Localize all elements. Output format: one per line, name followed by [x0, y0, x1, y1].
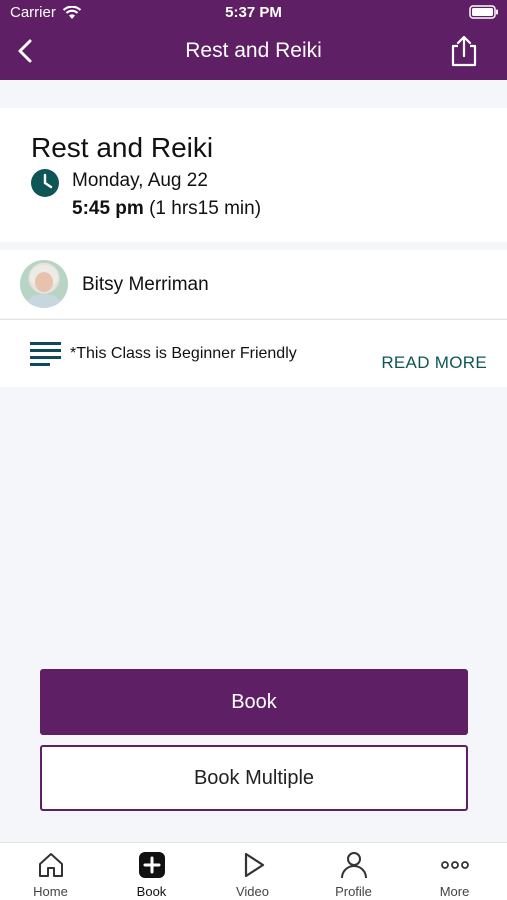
class-duration: (1 hrs15 min)	[149, 198, 262, 219]
tab-profile[interactable]: Profile	[303, 843, 404, 900]
tab-more-label: More	[439, 884, 470, 899]
play-icon	[244, 852, 265, 878]
description-text: *This Class is Beginner Friendly	[70, 345, 297, 362]
tab-book-label: Book	[136, 884, 167, 899]
instructor-name: Bitsy Merriman	[82, 274, 209, 295]
battery-icon	[469, 5, 498, 19]
navigation-bar: Rest and Reiki	[0, 24, 507, 80]
book-button[interactable]: Book	[40, 669, 468, 735]
tab-home[interactable]: Home	[0, 843, 101, 900]
status-bar: Carrier 5:37 PM	[0, 0, 507, 24]
tab-video[interactable]: Video	[202, 843, 303, 900]
read-more-link[interactable]: READ MORE	[381, 353, 487, 373]
class-title: Rest and Reiki	[31, 132, 214, 163]
plus-square-icon	[139, 852, 165, 878]
page-title: Rest and Reiki	[185, 39, 322, 62]
book-multiple-button[interactable]: Book Multiple	[40, 745, 468, 811]
tab-book[interactable]: Book	[101, 843, 202, 900]
tab-profile-label: Profile	[335, 884, 372, 899]
status-time: 5:37 PM	[225, 4, 282, 21]
bottom-tab-bar: Home Book Video Profile More	[0, 842, 507, 900]
avatar	[20, 260, 68, 308]
back-arrow-icon[interactable]	[12, 36, 40, 66]
tab-home-label: Home	[33, 884, 68, 899]
class-start-time: 5:45 pm	[72, 198, 144, 219]
description-row: *This Class is Beginner Friendly READ MO…	[0, 319, 507, 387]
class-time: 5:45 pm (1 hrs15 min)	[72, 198, 261, 220]
more-dots-icon	[441, 861, 469, 869]
home-icon	[39, 853, 63, 877]
share-icon[interactable]	[449, 34, 479, 68]
tab-more[interactable]: More	[404, 843, 505, 900]
instructor-row[interactable]: Bitsy Merriman	[0, 250, 507, 318]
person-icon	[341, 852, 367, 879]
class-header-card: Rest and Reiki Monday, Aug 22 5:45 pm (1…	[0, 108, 507, 242]
clock-icon	[31, 169, 59, 197]
tab-video-label: Video	[235, 884, 269, 899]
description-lines-icon	[30, 342, 61, 366]
class-date: Monday, Aug 22	[72, 170, 208, 191]
app-header: Carrier 5:37 PM Rest and Reiki	[0, 0, 507, 80]
